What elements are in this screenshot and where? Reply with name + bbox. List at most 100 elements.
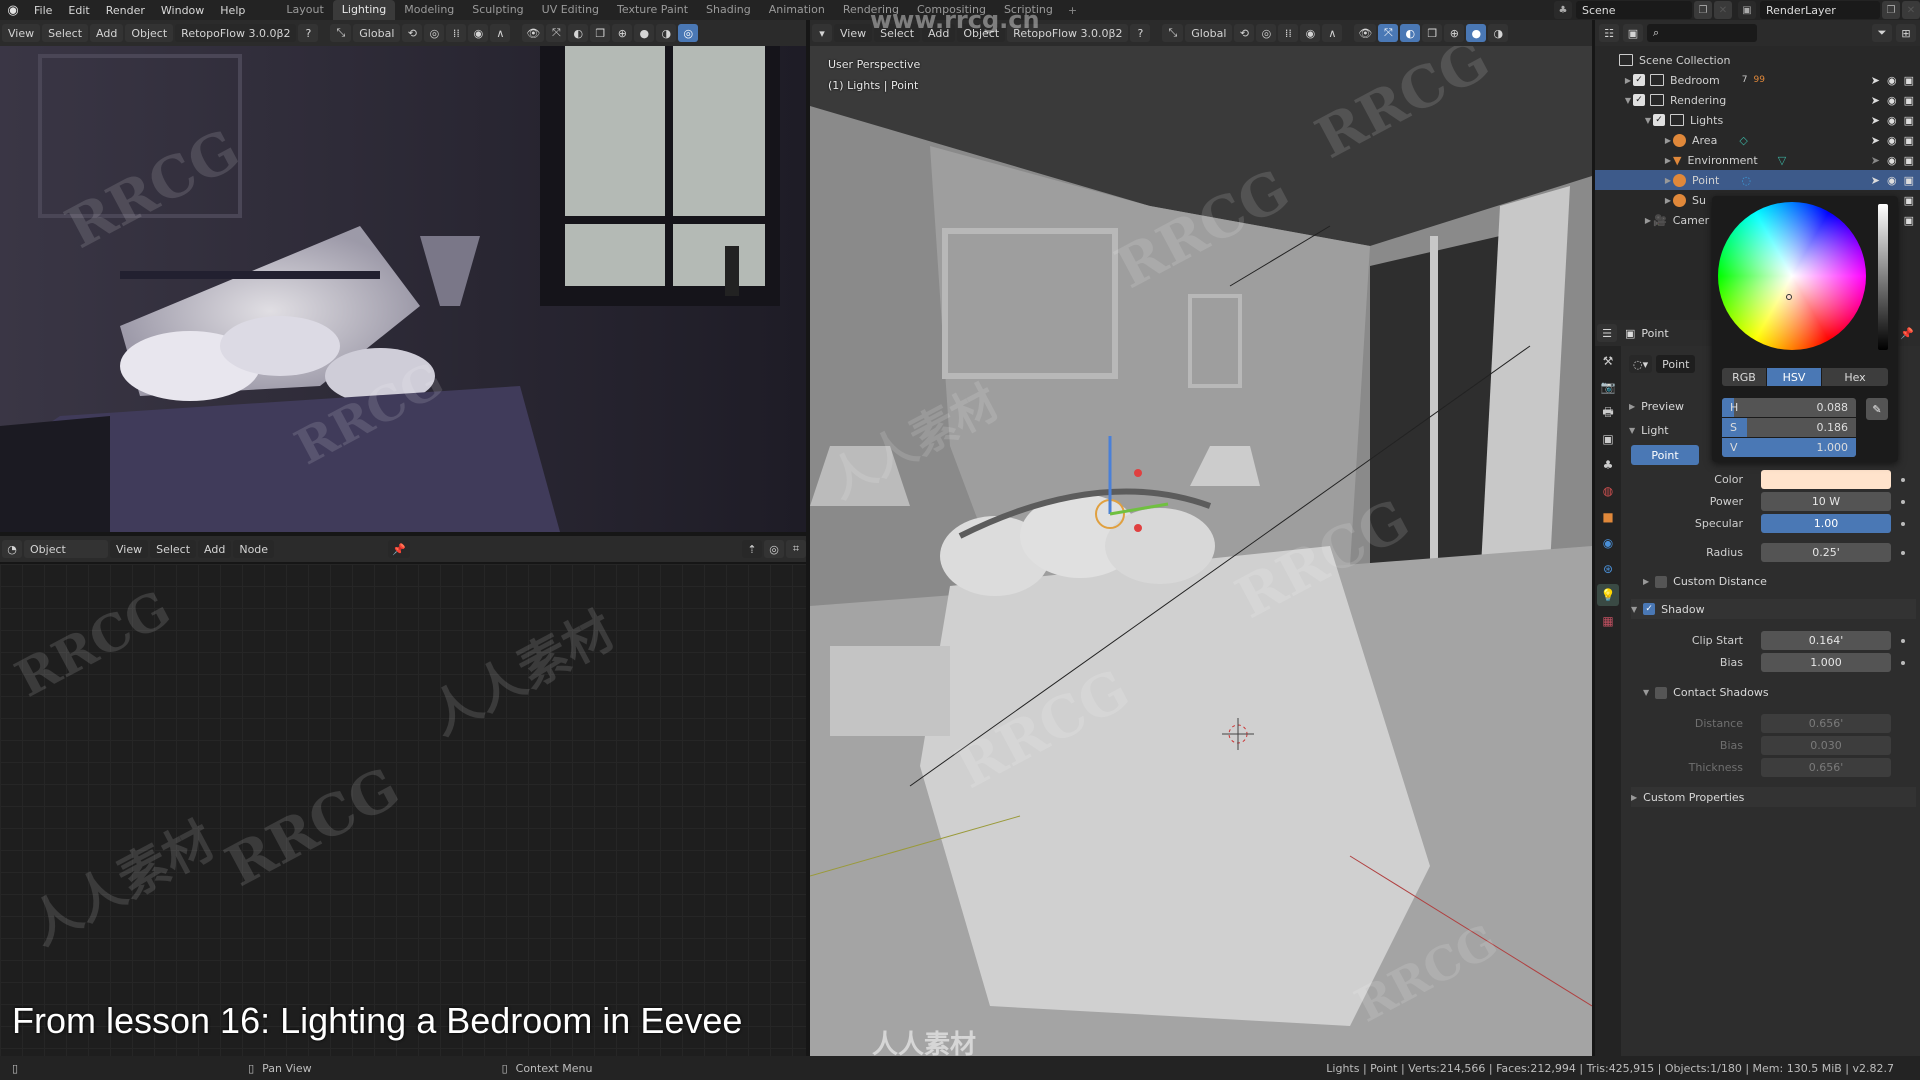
expand-arrow-icon[interactable]: ▶ (1623, 76, 1633, 85)
solid-shading-icon[interactable]: ● (634, 24, 655, 42)
keyframe-dot[interactable] (1901, 661, 1905, 665)
custom-properties-panel-header[interactable]: ▶ Custom Properties (1631, 787, 1916, 807)
add-menu[interactable]: Add (198, 540, 232, 558)
camera-icon[interactable]: ▣ (1904, 194, 1914, 207)
overlay-icon[interactable]: ◐ (568, 24, 589, 42)
eye-icon[interactable]: ◉ (1887, 114, 1897, 127)
select-arrow-icon[interactable]: ➤ (1871, 94, 1880, 107)
pivot-icon[interactable]: ⟲ (402, 24, 423, 42)
value-field[interactable]: V 1.000 (1722, 438, 1856, 457)
tool-tab-icon[interactable]: ⚒ (1597, 350, 1619, 372)
cs-thickness-field[interactable]: 0.656' (1761, 758, 1891, 777)
camera-icon[interactable]: ▣ (1904, 174, 1914, 187)
transform-orientation-dropdown[interactable]: Global (353, 24, 401, 42)
object-menu[interactable]: Object (125, 24, 174, 42)
editor-type-icon[interactable]: ☰ (1597, 324, 1617, 342)
node-menu[interactable]: Node (233, 540, 275, 558)
visibility-icon[interactable]: 👁 (522, 24, 545, 42)
falloff-icon[interactable]: ∧ (490, 24, 511, 42)
camera-icon[interactable]: ▣ (1904, 74, 1914, 87)
rendered-shading-icon[interactable]: ◎ (678, 24, 699, 42)
constraints-tab-icon[interactable]: ⊛ (1597, 558, 1619, 580)
falloff-icon[interactable]: ∧ (1322, 24, 1343, 42)
include-checkbox[interactable]: ✓ (1633, 74, 1645, 86)
shadow-panel-header[interactable]: ▼ ✓ Shadow (1631, 599, 1916, 619)
eye-icon[interactable]: ◉ (1887, 94, 1897, 107)
output-tab-icon[interactable]: 🖶 (1597, 402, 1619, 424)
outliner-search-input[interactable]: ⌕ (1647, 24, 1757, 42)
menu-window[interactable]: Window (153, 4, 212, 17)
scene-tab-icon[interactable]: ♣ (1597, 454, 1619, 476)
snap-icon[interactable]: ◎ (1256, 24, 1277, 42)
select-arrow-icon[interactable]: ➤ (1871, 174, 1880, 187)
add-menu[interactable]: Add (90, 24, 124, 42)
radius-field[interactable]: 0.25' (1761, 543, 1891, 562)
eye-icon[interactable]: ◉ (1887, 174, 1897, 187)
tab-shading[interactable]: Shading (697, 0, 760, 20)
world-tab-icon[interactable]: ◍ (1597, 480, 1619, 502)
include-checkbox[interactable]: ✓ (1633, 94, 1645, 106)
filter-icon[interactable]: ⏷ (1872, 24, 1892, 42)
light-type-point-button[interactable]: Point (1631, 445, 1699, 465)
collapse-arrow-icon[interactable]: ▼ (1643, 116, 1653, 125)
view-menu[interactable]: View (110, 540, 149, 558)
tab-lighting[interactable]: Lighting (332, 0, 396, 20)
overlay-icon[interactable]: ◐ (1400, 24, 1421, 42)
eye-icon[interactable]: ◉ (1887, 134, 1897, 147)
delete-scene-icon[interactable]: ✕ (1714, 1, 1732, 19)
scene-icon[interactable]: ♣ (1554, 1, 1572, 19)
keyframe-dot[interactable] (1901, 500, 1905, 504)
tab-uv-editing[interactable]: UV Editing (533, 0, 608, 20)
light-panel-header[interactable]: ▼ Light (1629, 424, 1669, 437)
retopoflow-menu[interactable]: RetopoFlow 3.0.0β2 (175, 24, 297, 42)
snap-target-icon[interactable]: ⁞⁞ (1278, 24, 1299, 42)
delete-render-layer-icon[interactable]: ✕ (1902, 1, 1920, 19)
camera-icon[interactable]: ▣ (1904, 134, 1914, 147)
texture-tab-icon[interactable]: ▦ (1597, 610, 1619, 632)
new-render-layer-icon[interactable]: ❐ (1882, 1, 1900, 19)
render-layer-icon[interactable]: ▣ (1738, 1, 1756, 19)
light-data-icon[interactable]: ◌▾ (1629, 355, 1653, 373)
hue-field[interactable]: H 0.088 (1722, 398, 1856, 417)
view-menu[interactable]: View (834, 24, 873, 42)
select-arrow-icon[interactable]: ➤ (1871, 114, 1880, 127)
eye-icon[interactable]: ◉ (1887, 74, 1897, 87)
wireframe-shading-icon[interactable]: ⊕ (1444, 24, 1465, 42)
outliner-row-bedroom[interactable]: ▶ ✓ Bedroom 7 99 ➤ ◉ ▣ (1595, 70, 1920, 90)
custom-distance-panel-header[interactable]: ▶ Custom Distance (1643, 575, 1767, 588)
solid-shading-icon[interactable]: ● (1466, 24, 1487, 42)
light-data-tab-icon[interactable]: 💡 (1597, 584, 1619, 606)
hue-saturation-wheel[interactable] (1718, 202, 1866, 350)
camera-icon[interactable]: ▣ (1904, 114, 1914, 127)
object-tab-icon[interactable]: ■ (1597, 506, 1619, 528)
new-collection-icon[interactable]: ⊞ (1896, 24, 1916, 42)
xray-icon[interactable]: ❐ (1422, 24, 1443, 42)
camera-icon[interactable]: ▣ (1904, 214, 1914, 227)
color-wheel-cursor[interactable] (1786, 294, 1792, 300)
editor-type-icon[interactable]: ▾ (812, 24, 832, 42)
eye-icon[interactable]: ◉ (1887, 154, 1897, 167)
snap-icon[interactable]: ◎ (424, 24, 445, 42)
xray-icon[interactable]: ❐ (590, 24, 611, 42)
contact-shadows-checkbox[interactable] (1655, 686, 1668, 699)
light-color-swatch[interactable] (1761, 470, 1891, 489)
node-editor[interactable]: RRCG RRCG 人人素材 人人素材 (0, 564, 806, 1056)
help-icon[interactable]: ? (1130, 24, 1151, 42)
outliner-row-lights[interactable]: ▼ ✓ Lights ➤ ◉ ▣ (1595, 110, 1920, 130)
3d-viewport[interactable]: User Perspective (1) Lights | Point RRCG… (810, 46, 1592, 1056)
include-checkbox[interactable]: ✓ (1653, 114, 1665, 126)
select-menu[interactable]: Select (150, 540, 197, 558)
keyframe-dot[interactable] (1901, 522, 1905, 526)
physics-tab-icon[interactable]: ◉ (1597, 532, 1619, 554)
select-arrow-icon[interactable]: ➤ (1871, 134, 1880, 147)
material-shading-icon[interactable]: ◑ (1488, 24, 1509, 42)
expand-arrow-icon[interactable]: ▶ (1663, 136, 1673, 145)
keyframe-dot[interactable] (1901, 551, 1905, 555)
view-layer-icon[interactable]: ▣ (1623, 24, 1643, 42)
outliner-row-scene-collection[interactable]: Scene Collection (1595, 50, 1920, 70)
tab-modeling[interactable]: Modeling (395, 0, 463, 20)
select-menu[interactable]: Select (42, 24, 89, 42)
parent-node-icon[interactable]: ⇡ (742, 540, 762, 558)
help-icon[interactable]: ? (298, 24, 319, 42)
blender-logo-icon[interactable]: ◉ (0, 0, 26, 20)
